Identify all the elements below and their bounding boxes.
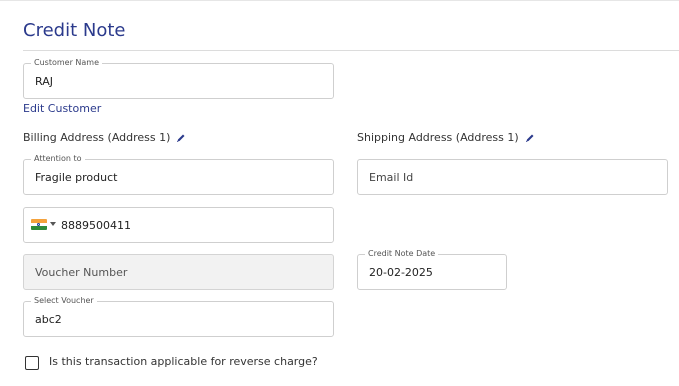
title-divider — [23, 50, 679, 51]
customer-name-field[interactable]: Customer Name RAJ — [23, 58, 334, 99]
voucher-number-placeholder: Voucher Number — [35, 265, 128, 279]
edit-billing-pencil-icon[interactable] — [176, 133, 186, 143]
credit-note-date-value: 20-02-2025 — [369, 265, 433, 279]
phone-field[interactable]: 8889500411 — [23, 207, 334, 243]
phone-value: 8889500411 — [61, 218, 131, 232]
customer-name-value: RAJ — [35, 74, 53, 88]
credit-note-date-field[interactable]: Credit Note Date 20-02-2025 — [357, 249, 507, 290]
edit-customer-link[interactable]: Edit Customer — [23, 102, 101, 115]
select-voucher-field[interactable]: Select Voucher abc2 — [23, 296, 334, 337]
billing-address-heading: Billing Address (Address 1) — [23, 131, 186, 144]
select-voucher-value: abc2 — [35, 312, 62, 326]
edit-shipping-pencil-icon[interactable] — [525, 133, 535, 143]
email-field[interactable]: Email Id — [357, 159, 668, 195]
billing-address-label: Billing Address (Address 1) — [23, 131, 171, 144]
credit-note-page: Credit Note Customer Name RAJ Edit Custo… — [0, 0, 679, 386]
reverse-charge-checkbox[interactable] — [25, 356, 39, 370]
shipping-address-label: Shipping Address (Address 1) — [357, 131, 519, 144]
attention-to-field[interactable]: Attention to Fragile product — [23, 154, 334, 195]
reverse-charge-label: Is this transaction applicable for rever… — [49, 355, 318, 368]
page-title: Credit Note — [23, 20, 126, 41]
attention-to-value: Fragile product — [35, 170, 118, 184]
country-dropdown-caret-icon[interactable] — [50, 222, 56, 226]
shipping-address-heading: Shipping Address (Address 1) — [357, 131, 535, 144]
india-flag-icon[interactable] — [31, 219, 47, 230]
voucher-number-field: Voucher Number — [23, 254, 334, 290]
email-placeholder: Email Id — [369, 170, 414, 184]
